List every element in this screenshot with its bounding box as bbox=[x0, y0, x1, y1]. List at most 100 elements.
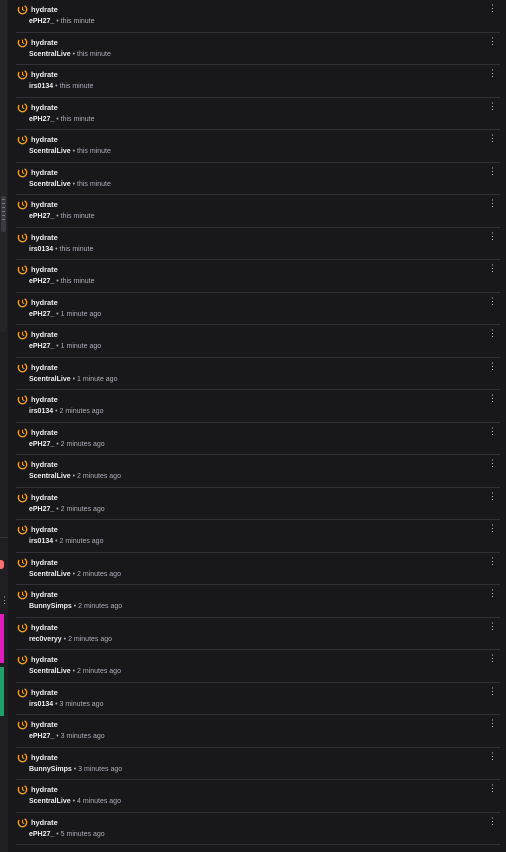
item-time: 2 minutes ago bbox=[60, 440, 105, 448]
list-item[interactable]: hydrate irs0134 • 2 minutes ago ⋮ bbox=[16, 520, 500, 553]
item-user[interactable]: ePH27_ bbox=[29, 831, 54, 838]
more-options-icon[interactable]: ⋮ bbox=[488, 589, 497, 599]
more-options-icon[interactable]: ⋮ bbox=[488, 264, 497, 274]
item-user[interactable]: irs0134 bbox=[29, 246, 53, 253]
list-item[interactable]: hydrate ePH27_ • this minute ⋮ bbox=[16, 0, 500, 33]
list-item[interactable]: hydrate ePH27_ • 2 minutes ago ⋮ bbox=[16, 488, 500, 520]
item-user[interactable]: BunnySimps bbox=[29, 766, 72, 773]
list-item[interactable]: hydrate ScentralLive • 2 minutes ago ⋮ bbox=[16, 650, 500, 683]
more-options-icon[interactable]: ⋮ bbox=[488, 329, 497, 339]
list-item[interactable]: hydrate ePH27_ • this minute ⋮ bbox=[16, 195, 500, 228]
item-user[interactable]: ScentralLive bbox=[29, 668, 71, 675]
reward-circle-icon bbox=[17, 524, 28, 535]
item-user[interactable]: irs0134 bbox=[29, 408, 53, 415]
list-item[interactable]: hydrate irs0134 • 2 minutes ago ⋮ bbox=[16, 390, 500, 423]
list-item[interactable]: hydrate ePH27_ • this minute ⋮ bbox=[16, 260, 500, 293]
more-options-icon[interactable]: ⋮ bbox=[488, 361, 497, 372]
item-user[interactable]: ePH27_ bbox=[29, 213, 54, 220]
list-item[interactable]: hydrate ScentralLive • 4 minutes ago ⋮ bbox=[16, 780, 500, 813]
item-user[interactable]: ScentralLive bbox=[29, 51, 71, 58]
more-options-icon[interactable]: ⋮ bbox=[488, 199, 497, 209]
more-options-icon[interactable]: ⋮ bbox=[488, 134, 497, 144]
item-user[interactable]: ePH27_ bbox=[29, 733, 54, 740]
item-user[interactable]: ScentralLive bbox=[29, 181, 71, 188]
meta-separator: • bbox=[55, 700, 58, 708]
item-user[interactable]: irs0134 bbox=[29, 83, 53, 90]
reward-circle-icon bbox=[17, 719, 28, 730]
list-item[interactable]: hydrate ePH27_ • 2 minutes ago ⋮ bbox=[16, 423, 500, 455]
item-meta: irs0134 • 2 minutes ago bbox=[29, 407, 103, 416]
item-user[interactable]: ePH27_ bbox=[29, 116, 54, 123]
item-user[interactable]: ePH27_ bbox=[29, 343, 54, 350]
list-item[interactable]: hydrate ePH27_ • 1 minute ago ⋮ bbox=[16, 325, 500, 358]
list-item[interactable]: hydrate rec0veryy • 2 minutes ago ⋮ bbox=[16, 618, 500, 650]
item-user[interactable]: ScentralLive bbox=[29, 798, 71, 805]
list-item[interactable]: hydrate ScentralLive • 2 minutes ago ⋮ bbox=[16, 553, 500, 585]
list-item[interactable]: hydrate ScentralLive • this minute ⋮ bbox=[16, 163, 500, 195]
more-options-icon[interactable]: ⋮ bbox=[488, 101, 497, 112]
item-time: 3 minutes ago bbox=[78, 765, 123, 773]
list-item[interactable]: hydrate ePH27_ • 3 minutes ago ⋮ bbox=[16, 715, 500, 748]
list-item[interactable]: hydrate ScentralLive • this minute ⋮ bbox=[16, 130, 500, 163]
meta-separator: • bbox=[72, 668, 76, 675]
more-options-icon[interactable]: ⋮ bbox=[488, 231, 497, 242]
item-user[interactable]: ScentralLive bbox=[29, 148, 71, 155]
more-options-icon[interactable]: ⋮ bbox=[488, 784, 497, 794]
list-item[interactable]: hydrate ScentralLive • 1 minute ago ⋮ bbox=[16, 358, 500, 390]
resize-handle[interactable] bbox=[1, 196, 6, 232]
more-options-icon[interactable]: ⋮ bbox=[488, 69, 497, 79]
item-title: hydrate bbox=[31, 622, 58, 632]
list-item[interactable]: hydrate ScentralLive • 2 minutes ago ⋮ bbox=[16, 455, 500, 488]
list-item[interactable]: hydrate BunnySimps • 3 minutes ago ⋮ bbox=[16, 748, 500, 780]
more-options-icon[interactable]: ⋮ bbox=[488, 459, 497, 469]
item-user[interactable]: irs0134 bbox=[29, 701, 53, 708]
more-options-icon[interactable]: ⋮ bbox=[488, 296, 497, 307]
meta-separator: • bbox=[56, 440, 59, 448]
reward-circle-icon bbox=[17, 784, 28, 795]
more-options-icon[interactable]: ⋮ bbox=[488, 394, 497, 404]
more-options-icon[interactable]: ⋮ bbox=[488, 36, 497, 47]
item-user[interactable]: ePH27_ bbox=[29, 18, 54, 25]
item-user[interactable]: BunnySimps bbox=[29, 603, 72, 610]
app-window: ⋮ hydrate ePH27_ • this minute ⋮ hydrate Sce… bbox=[0, 0, 506, 852]
item-time: 2 minutes ago bbox=[59, 538, 104, 545]
list-item[interactable]: hydrate irs0134 • 3 minutes ago ⋮ bbox=[16, 683, 500, 715]
more-options-icon[interactable]: ⋮ bbox=[488, 719, 497, 729]
list-item[interactable]: hydrate ePH27_ • 5 minutes ago ⋮ bbox=[16, 813, 500, 845]
gutter-track bbox=[0, 0, 7, 332]
list-item[interactable]: hydrate ePH27_ • this minute ⋮ bbox=[16, 98, 500, 130]
item-user[interactable]: irs0134 bbox=[29, 538, 53, 545]
item-user[interactable]: ePH27_ bbox=[29, 311, 54, 318]
meta-separator: • bbox=[56, 343, 59, 350]
more-options-icon[interactable]: ⋮ bbox=[488, 166, 497, 177]
meta-separator: • bbox=[73, 603, 77, 610]
more-options-icon[interactable]: ⋮ bbox=[488, 654, 497, 664]
item-user[interactable]: rec0veryy bbox=[29, 636, 62, 643]
item-user[interactable]: ScentralLive bbox=[29, 376, 71, 383]
item-meta: ScentralLive • 2 minutes ago bbox=[29, 570, 121, 579]
item-user[interactable]: ePH27_ bbox=[29, 441, 54, 448]
meta-separator: • bbox=[72, 473, 76, 480]
list-item[interactable]: hydrate irs0134 • this minute ⋮ bbox=[16, 228, 500, 260]
more-options-icon[interactable]: ⋮ bbox=[488, 686, 497, 697]
more-options-icon[interactable]: ⋮ bbox=[488, 621, 497, 632]
more-options-icon[interactable]: ⋮ bbox=[488, 491, 497, 502]
list-item[interactable]: hydrate ePH27_ • 1 minute ago ⋮ bbox=[16, 293, 500, 325]
list-item[interactable]: hydrate BunnySimps • 2 minutes ago ⋮ bbox=[16, 585, 500, 618]
more-options-icon[interactable]: ⋮ bbox=[488, 524, 497, 534]
gutter-menu-icon[interactable]: ⋮ bbox=[0, 595, 9, 605]
item-time: 2 minutes ago bbox=[77, 668, 121, 675]
list-item[interactable]: hydrate irs0134 • this minute ⋮ bbox=[16, 65, 500, 98]
item-title: hydrate bbox=[31, 5, 58, 14]
item-user[interactable]: ePH27_ bbox=[29, 278, 54, 285]
list-item[interactable]: hydrate ScentralLive • this minute ⋮ bbox=[16, 33, 500, 65]
item-user[interactable]: ScentralLive bbox=[29, 571, 71, 578]
more-options-icon[interactable]: ⋮ bbox=[488, 556, 497, 567]
meta-separator: • bbox=[55, 538, 58, 545]
item-user[interactable]: ePH27_ bbox=[29, 506, 54, 513]
more-options-icon[interactable]: ⋮ bbox=[488, 426, 497, 437]
item-user[interactable]: ScentralLive bbox=[29, 473, 71, 480]
more-options-icon[interactable]: ⋮ bbox=[488, 4, 497, 14]
more-options-icon[interactable]: ⋮ bbox=[488, 816, 497, 827]
more-options-icon[interactable]: ⋮ bbox=[488, 751, 497, 762]
